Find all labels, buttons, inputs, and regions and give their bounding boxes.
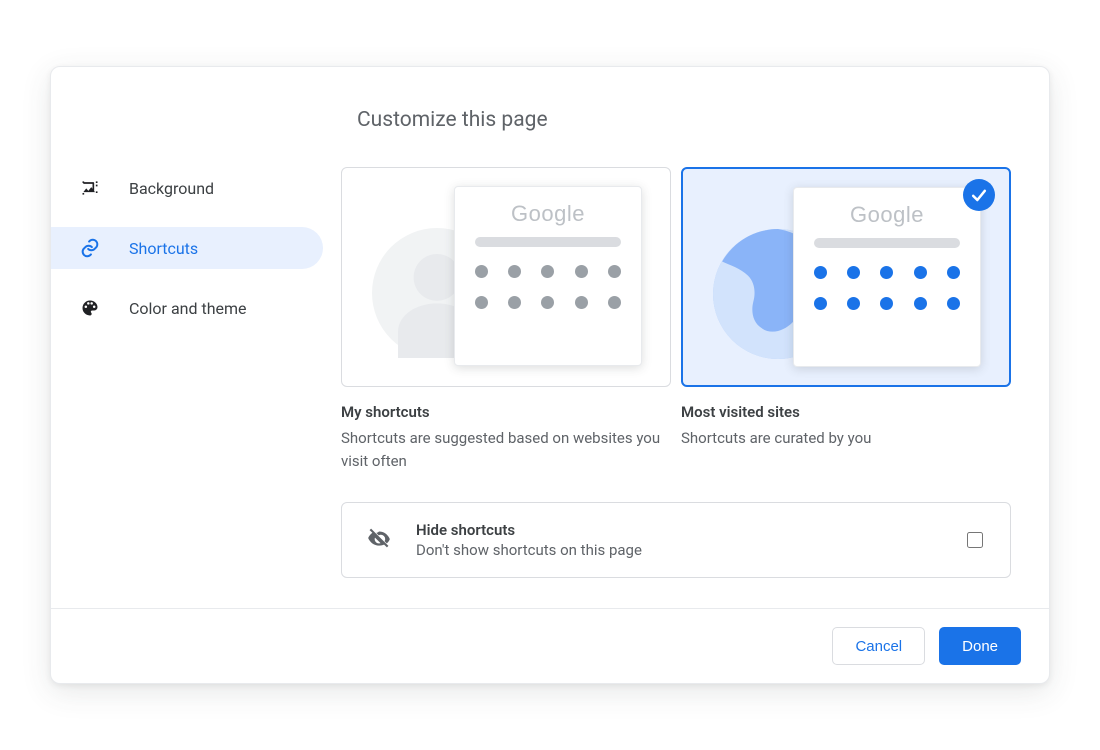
dialog-body: Background Shortcuts Color and theme Cus… — [51, 67, 1049, 608]
link-icon — [79, 237, 101, 259]
shortcut-dots — [475, 265, 620, 309]
hide-shortcuts-row: Hide shortcuts Don't show shortcuts on t… — [341, 502, 1011, 578]
cancel-button[interactable]: Cancel — [832, 627, 925, 665]
hide-shortcuts-checkbox[interactable] — [967, 532, 983, 548]
sidebar-item-theme[interactable]: Color and theme — [51, 287, 323, 329]
visibility-off-icon — [366, 525, 392, 555]
sidebar: Background Shortcuts Color and theme — [51, 67, 341, 608]
google-logo: Google — [850, 202, 924, 228]
shortcut-dots — [814, 266, 959, 310]
option-title: My shortcuts — [341, 403, 671, 421]
search-bar-placeholder — [814, 238, 959, 248]
sidebar-item-shortcuts[interactable]: Shortcuts — [51, 227, 323, 269]
sidebar-item-background[interactable]: Background — [51, 167, 323, 209]
preview-tile: Google — [454, 186, 642, 366]
option-my-shortcuts[interactable]: Google My shortcuts Shortcuts are su — [341, 167, 671, 472]
preview-tile: Google — [793, 187, 981, 367]
sidebar-item-label: Background — [129, 179, 214, 198]
option-description: Shortcuts are curated by you — [681, 427, 1011, 450]
customize-dialog: Background Shortcuts Color and theme Cus… — [50, 66, 1050, 684]
option-most-visited[interactable]: Google Most visited sites Shortcuts — [681, 167, 1011, 472]
google-logo: Google — [511, 201, 585, 227]
sidebar-item-label: Color and theme — [129, 299, 247, 318]
done-button[interactable]: Done — [939, 627, 1021, 665]
search-bar-placeholder — [475, 237, 620, 247]
main-panel: Customize this page Google — [341, 67, 1049, 608]
hide-shortcuts-title: Hide shortcuts — [416, 521, 939, 539]
option-card: Google — [341, 167, 671, 387]
shortcut-options: Google My shortcuts Shortcuts are su — [341, 167, 1011, 472]
option-description: Shortcuts are suggested based on website… — [341, 427, 671, 472]
hide-shortcuts-subtitle: Don't show shortcuts on this page — [416, 541, 939, 559]
sidebar-item-label: Shortcuts — [129, 239, 198, 258]
option-card: Google — [681, 167, 1011, 387]
palette-icon — [79, 297, 101, 319]
hide-shortcuts-text: Hide shortcuts Don't show shortcuts on t… — [416, 521, 939, 559]
check-icon — [963, 179, 995, 211]
option-title: Most visited sites — [681, 403, 1011, 421]
image-icon — [79, 177, 101, 199]
dialog-title: Customize this page — [357, 92, 1011, 147]
dialog-footer: Cancel Done — [51, 608, 1049, 683]
